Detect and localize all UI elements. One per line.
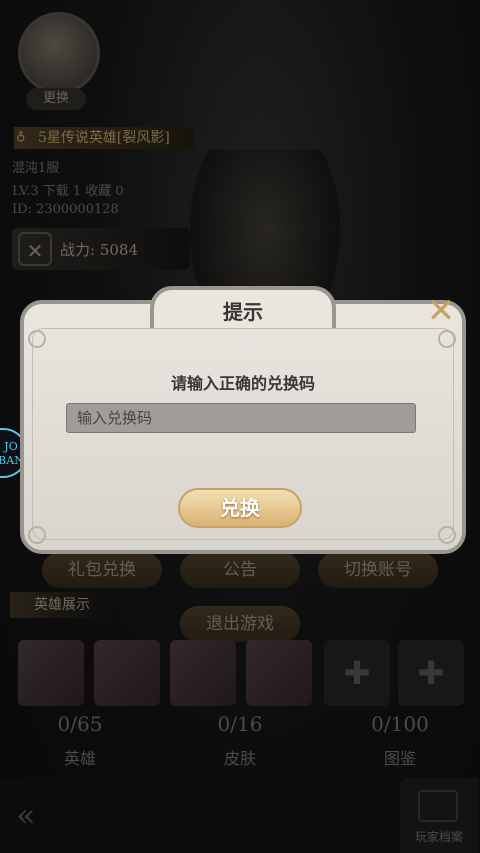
ornament-icon xyxy=(28,526,46,544)
ornament-icon xyxy=(28,330,46,348)
close-icon[interactable]: ✕ xyxy=(420,290,462,332)
dialog-message: 请输入正确的兑换码 xyxy=(170,374,315,393)
redeem-code-input[interactable] xyxy=(66,403,416,433)
dialog-title: 提示 xyxy=(223,300,263,324)
redeem-button[interactable]: 兑换 xyxy=(178,488,302,528)
ornament-icon xyxy=(438,330,456,348)
redeem-dialog: 提示 请输入正确的兑换码 兑换 xyxy=(20,286,466,554)
ornament-icon xyxy=(438,526,456,544)
